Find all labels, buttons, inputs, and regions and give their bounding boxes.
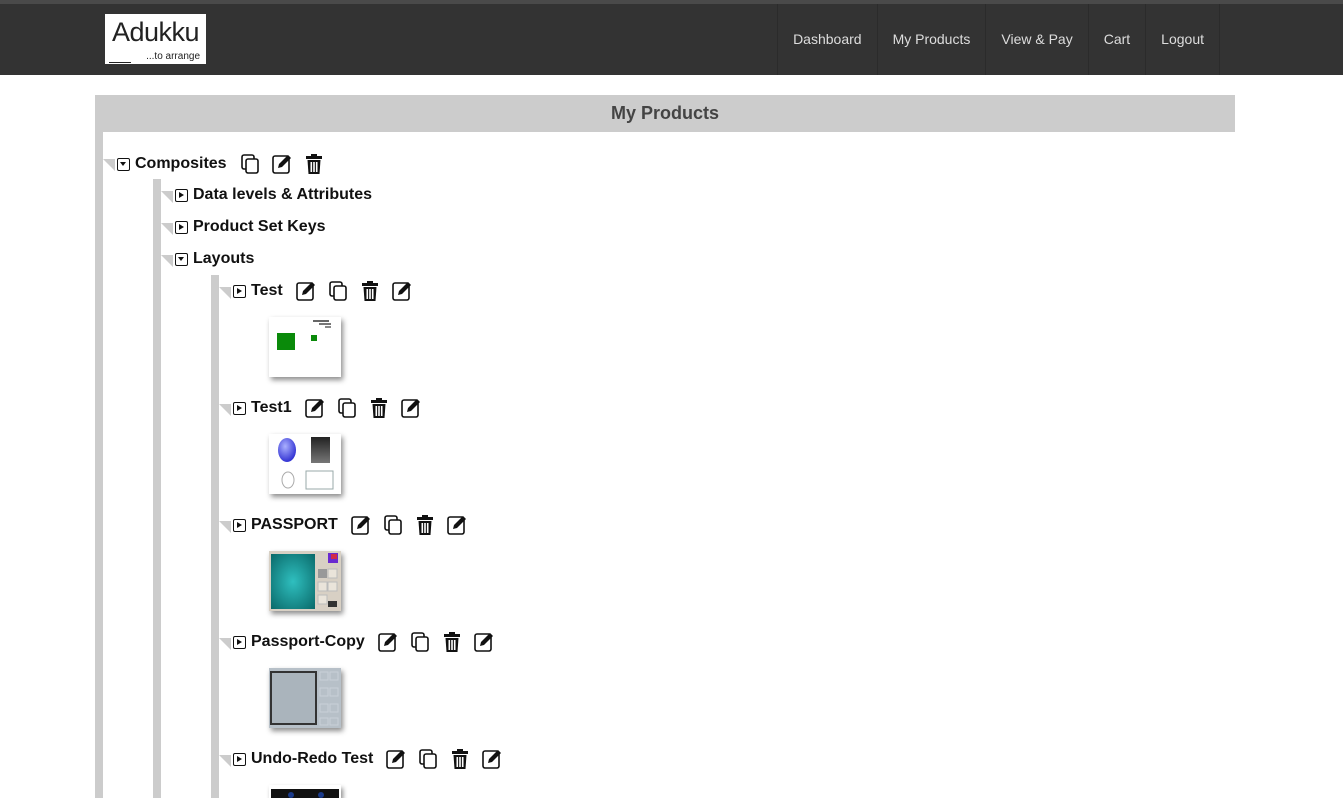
- tree-node-layout: PASSPORT: [233, 514, 478, 536]
- trash-icon[interactable]: [303, 153, 325, 175]
- tree-node-layout: Undo-Redo Test: [233, 748, 513, 770]
- trash-icon[interactable]: [414, 514, 436, 536]
- node-actions: [239, 153, 335, 175]
- navbar: Adukku ...to arrange Dashboard My Produc…: [0, 4, 1343, 75]
- tree-node-layout: Passport-Copy: [233, 631, 505, 653]
- tree-connector: [219, 521, 231, 533]
- tree-connector: [161, 255, 173, 267]
- edit-icon[interactable]: [377, 631, 399, 653]
- expand-toggle[interactable]: [233, 518, 246, 532]
- layout-thumbnail[interactable]: [269, 551, 341, 611]
- edit-icon[interactable]: [350, 514, 372, 536]
- tree-connector: [219, 755, 231, 767]
- tree-connector: [219, 638, 231, 650]
- layout-thumbnail[interactable]: [269, 785, 341, 798]
- layout-thumbnail[interactable]: [269, 317, 341, 377]
- edit-icon[interactable]: [446, 514, 468, 536]
- expand-toggle[interactable]: [233, 284, 246, 298]
- main-nav: Dashboard My Products View & Pay Cart Lo…: [777, 4, 1220, 75]
- nav-view-pay[interactable]: View & Pay: [985, 4, 1087, 75]
- tree-node-label[interactable]: Passport-Copy: [251, 633, 365, 651]
- tree-node-layout: Test: [233, 280, 423, 302]
- thumbnail-preview: [269, 551, 341, 611]
- tree-guide-level-1: [153, 179, 161, 798]
- tree-guide-level-2: [211, 275, 219, 798]
- copy-icon[interactable]: [327, 280, 349, 302]
- node-actions: [385, 748, 513, 770]
- page-title: My Products: [95, 95, 1235, 132]
- edit-icon[interactable]: [271, 153, 293, 175]
- tree-node-data-levels: Data levels & Attributes: [175, 184, 372, 206]
- trash-icon[interactable]: [441, 631, 463, 653]
- thumbnail-preview: [269, 668, 341, 728]
- tree-connector: [219, 287, 231, 299]
- copy-icon[interactable]: [336, 397, 358, 419]
- node-actions: [295, 280, 423, 302]
- edit-icon[interactable]: [400, 397, 422, 419]
- tree-node-layouts: Layouts: [175, 248, 254, 270]
- tree-node-label[interactable]: Layouts: [193, 250, 254, 268]
- tree-connector: [219, 404, 231, 416]
- nav-cart[interactable]: Cart: [1087, 4, 1145, 75]
- nav-my-products[interactable]: My Products: [876, 4, 986, 75]
- edit-icon[interactable]: [295, 280, 317, 302]
- tree-node-label[interactable]: Product Set Keys: [193, 218, 325, 236]
- tree-node-layout: Test1: [233, 397, 432, 419]
- products-panel: My Products Composites Data levels & Att…: [95, 95, 1235, 798]
- edit-icon[interactable]: [385, 748, 407, 770]
- tree-node-label[interactable]: Test1: [251, 399, 292, 417]
- collapse-toggle[interactable]: [175, 252, 188, 266]
- nav-dashboard[interactable]: Dashboard: [777, 4, 877, 75]
- tree-node-label[interactable]: PASSPORT: [251, 516, 338, 534]
- logo-tagline: ...to arrange: [146, 51, 200, 62]
- edit-icon[interactable]: [481, 748, 503, 770]
- tree-guide-root: [95, 132, 103, 798]
- thumbnail-preview: [277, 320, 331, 350]
- expand-toggle[interactable]: [233, 752, 246, 766]
- expand-toggle[interactable]: [233, 635, 246, 649]
- tree-node-label[interactable]: Composites: [135, 155, 227, 173]
- nav-logout[interactable]: Logout: [1145, 4, 1220, 75]
- copy-icon[interactable]: [417, 748, 439, 770]
- trash-icon[interactable]: [368, 397, 390, 419]
- tree-node-label[interactable]: Test: [251, 282, 283, 300]
- tree-connector: [161, 191, 173, 203]
- node-actions: [304, 397, 432, 419]
- edit-icon[interactable]: [391, 280, 413, 302]
- layout-thumbnail[interactable]: [269, 434, 341, 494]
- thumbnail-preview: [278, 437, 334, 490]
- tree-connector: [103, 159, 115, 171]
- collapse-toggle[interactable]: [117, 157, 130, 171]
- trash-icon[interactable]: [359, 280, 381, 302]
- trash-icon[interactable]: [449, 748, 471, 770]
- node-actions: [350, 514, 478, 536]
- tree-node-label[interactable]: Undo-Redo Test: [251, 750, 373, 768]
- copy-icon[interactable]: [239, 153, 261, 175]
- logo-title: Adukku: [111, 17, 200, 47]
- tree-node-product-set-keys: Product Set Keys: [175, 216, 325, 238]
- edit-icon[interactable]: [304, 397, 326, 419]
- tree-connector: [161, 223, 173, 235]
- node-actions: [377, 631, 505, 653]
- thumbnail-preview: [269, 785, 341, 798]
- expand-toggle[interactable]: [233, 401, 246, 415]
- expand-toggle[interactable]: [175, 220, 188, 234]
- brand-logo[interactable]: Adukku ...to arrange: [105, 14, 206, 64]
- copy-icon[interactable]: [409, 631, 431, 653]
- layout-thumbnail[interactable]: [269, 668, 341, 728]
- tree-node-composites: Composites: [117, 153, 335, 175]
- logo-underline: [109, 62, 131, 63]
- expand-toggle[interactable]: [175, 188, 188, 202]
- copy-icon[interactable]: [382, 514, 404, 536]
- edit-icon[interactable]: [473, 631, 495, 653]
- tree-node-label[interactable]: Data levels & Attributes: [193, 186, 372, 204]
